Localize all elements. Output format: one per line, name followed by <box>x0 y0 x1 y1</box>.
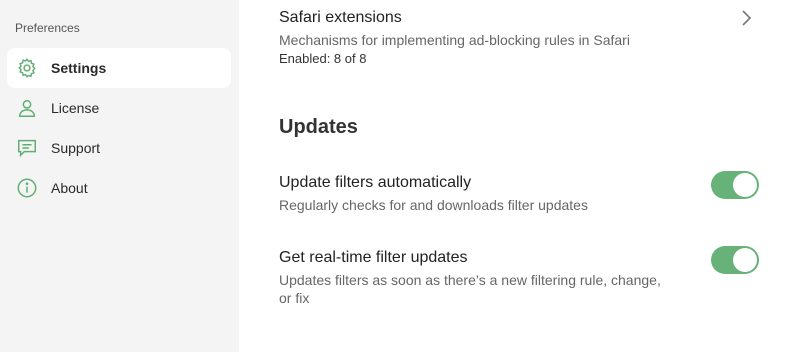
realtime-update-toggle[interactable] <box>711 246 759 274</box>
sidebar-item-label: License <box>51 100 100 116</box>
gear-icon <box>18 58 36 78</box>
chevron-right-icon[interactable] <box>739 9 753 27</box>
toggle-knob <box>733 248 757 272</box>
sidebar-item-label: Support <box>51 140 101 156</box>
sidebar-item-settings[interactable]: Settings <box>7 48 231 88</box>
sidebar-item-label: Settings <box>51 60 107 76</box>
auto-update-toggle[interactable] <box>711 171 759 199</box>
sidebar-item-license[interactable]: License <box>7 88 231 128</box>
user-icon <box>18 99 36 117</box>
safari-extensions-status: Enabled: 8 of 8 <box>279 51 367 66</box>
main-panel: Safari extensions Mechanisms for impleme… <box>239 0 797 352</box>
sidebar-title: Preferences <box>15 21 80 35</box>
sidebar: Preferences Settings License Support Abo… <box>0 0 239 352</box>
realtime-update-description-line1: Updates filters as soon as there’s a new… <box>279 272 661 288</box>
auto-update-title: Update filters automatically <box>279 174 472 191</box>
realtime-update-description-line2: or fix <box>279 290 310 306</box>
sidebar-item-label: About <box>51 180 88 196</box>
realtime-update-title: Get real-time filter updates <box>279 249 468 266</box>
toggle-knob <box>733 173 757 197</box>
safari-extensions-description: Mechanisms for implementing ad-blocking … <box>279 32 630 48</box>
updates-heading: Updates <box>279 116 358 138</box>
safari-extensions-title: Safari extensions <box>279 9 402 26</box>
sidebar-item-support[interactable]: Support <box>7 128 231 168</box>
chat-icon <box>18 139 36 158</box>
info-icon <box>17 178 37 198</box>
sidebar-item-about[interactable]: About <box>7 168 231 208</box>
auto-update-description: Regularly checks for and downloads filte… <box>279 197 588 213</box>
